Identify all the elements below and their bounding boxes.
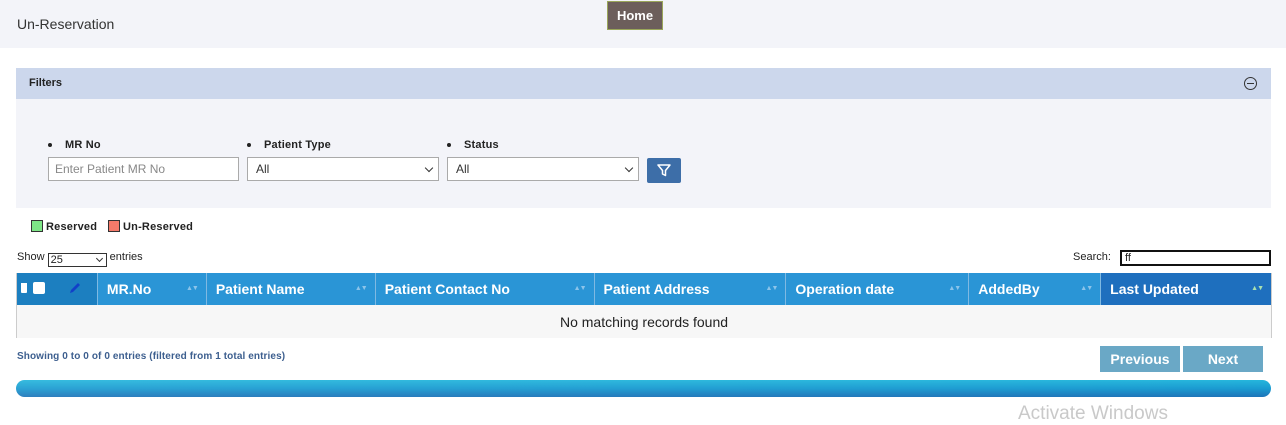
filters-header[interactable]: Filters <box>16 68 1271 99</box>
filters-panel: Filters MR No Enter Patient MR No Patien… <box>16 68 1271 208</box>
sort-icon: ▲▼ <box>185 285 199 292</box>
sort-icon: ▲▼ <box>948 285 961 292</box>
header-actions <box>17 273 98 305</box>
column-mr-no[interactable]: MR.No ▲▼ <box>98 273 207 305</box>
status-field: Status All <box>447 139 639 181</box>
top-bar: Un-Reservation Home <box>0 0 1286 48</box>
sort-icon: ▲▼ <box>765 285 779 292</box>
table-header: MR.No ▲▼ Patient Name ▲▼ Patient Contact N… <box>17 273 1271 305</box>
search-input[interactable]: ff <box>1120 250 1271 266</box>
show-entries: Show 25 entries <box>17 251 143 267</box>
column-mr-no-label: MR.No <box>106 281 152 297</box>
column-added-by[interactable]: AddedBy ▲▼ <box>969 273 1102 305</box>
filter-icon <box>657 164 671 177</box>
previous-button[interactable]: Previous <box>1100 346 1180 372</box>
column-patient-contact[interactable]: Patient Contact No ▲▼ <box>376 273 595 305</box>
entries-info: Showing 0 to 0 of 0 entries (filtered fr… <box>17 351 286 362</box>
legend-reserved: Reserved <box>31 220 97 233</box>
column-last-updated-label: Last Updated <box>1110 281 1199 297</box>
status-select[interactable]: All <box>447 157 639 181</box>
column-patient-name[interactable]: Patient Name ▲▼ <box>207 273 376 305</box>
column-added-by-label: AddedBy <box>978 281 1040 297</box>
reservations-table: MR.No ▲▼ Patient Name ▲▼ Patient Contact N… <box>16 273 1272 338</box>
entries-label: entries <box>109 251 143 263</box>
sort-asc-icon: ▲▼ <box>1251 285 1264 292</box>
column-patient-name-label: Patient Name <box>215 281 305 297</box>
unreserved-label: Un-Reserved <box>123 221 194 233</box>
filters-title: Filters <box>29 77 63 89</box>
trash-icon[interactable] <box>21 283 27 293</box>
progress-bar <box>16 380 1271 397</box>
column-operation-date[interactable]: Operation date ▲▼ <box>786 273 970 305</box>
reserved-swatch <box>31 220 43 232</box>
reserved-label: Reserved <box>46 221 98 233</box>
collapse-icon[interactable] <box>1244 77 1257 90</box>
pencil-icon[interactable] <box>69 282 81 294</box>
select-all-checkbox[interactable] <box>33 282 45 294</box>
search-label: Search: <box>1073 251 1111 263</box>
page-size-value: 25 <box>50 254 63 266</box>
unreserved-swatch <box>108 220 120 232</box>
patient-type-label: Patient Type <box>247 139 331 151</box>
column-operation-date-label: Operation date <box>795 281 895 297</box>
page-size-select[interactable]: 25 <box>47 253 107 267</box>
next-button[interactable]: Next <box>1183 346 1263 372</box>
empty-row: No matching records found <box>17 305 1271 338</box>
column-last-updated[interactable]: Last Updated ▲▼ <box>1101 273 1271 305</box>
mr-no-label: MR No <box>48 139 101 151</box>
mr-no-field: MR No Enter Patient MR No <box>48 139 239 181</box>
sort-icon: ▲▼ <box>354 285 368 292</box>
patient-type-field: Patient Type All <box>247 139 439 181</box>
chevron-down-icon <box>624 163 634 173</box>
column-patient-contact-label: Patient Contact No <box>384 281 510 297</box>
empty-message: No matching records found <box>559 313 729 330</box>
column-patient-address[interactable]: Patient Address ▲▼ <box>595 273 787 305</box>
home-button[interactable]: Home <box>607 1 663 30</box>
column-patient-address-label: Patient Address <box>603 281 710 297</box>
patient-type-value: All <box>256 162 270 176</box>
mr-no-input[interactable]: Enter Patient MR No <box>48 157 239 181</box>
status-label: Status <box>447 139 499 151</box>
chevron-down-icon <box>95 254 103 263</box>
progress-fill <box>16 380 1271 397</box>
legend-unreserved: Un-Reserved <box>108 220 193 233</box>
mr-no-placeholder: Enter Patient MR No <box>55 162 166 176</box>
sort-icon: ▲▼ <box>1080 285 1093 292</box>
sort-icon: ▲▼ <box>573 285 587 292</box>
apply-filter-button[interactable] <box>647 158 681 183</box>
status-value: All <box>456 162 470 176</box>
page-title: Un-Reservation <box>17 16 115 32</box>
activate-windows-watermark: Activate Windows <box>1018 403 1168 424</box>
chevron-down-icon <box>424 163 434 173</box>
show-label: Show <box>17 251 45 263</box>
patient-type-select[interactable]: All <box>247 157 439 181</box>
